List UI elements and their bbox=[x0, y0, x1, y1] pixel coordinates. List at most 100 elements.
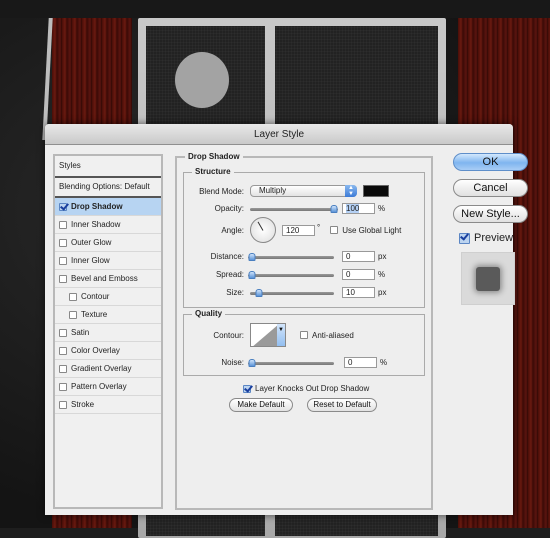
style-item-drop-shadow[interactable]: Drop Shadow bbox=[55, 198, 161, 216]
angle-dial[interactable] bbox=[250, 217, 276, 243]
style-item-inner-shadow[interactable]: Inner Shadow bbox=[55, 216, 161, 234]
angle-input[interactable]: 120 bbox=[282, 224, 315, 236]
anti-aliased-label: Anti-aliased bbox=[312, 330, 354, 340]
style-item-checkbox[interactable] bbox=[59, 238, 67, 247]
preview-label: Preview bbox=[474, 232, 514, 244]
circle-shape bbox=[175, 52, 229, 108]
size-slider[interactable] bbox=[250, 288, 334, 298]
contour-label: Contour: bbox=[213, 330, 244, 340]
distance-input[interactable]: 0 bbox=[342, 251, 375, 262]
layer-knocks-out-checkbox[interactable] bbox=[243, 384, 251, 393]
spread-label: Spread: bbox=[215, 270, 244, 279]
layer-style-dialog: Layer Style Styles Blending Options: Def… bbox=[45, 124, 528, 515]
style-item-label: Outer Glow bbox=[71, 237, 112, 247]
style-item-label: Drop Shadow bbox=[71, 201, 123, 211]
blend-mode-label: Blend Mode: bbox=[199, 186, 244, 196]
styles-header[interactable]: Styles bbox=[55, 156, 161, 178]
style-item-label: Pattern Overlay bbox=[71, 381, 127, 391]
structure-group: Structure Blend Mode: Multiply ▲ ▼ Opacit… bbox=[183, 167, 425, 308]
noise-slider-knob[interactable] bbox=[248, 358, 256, 367]
style-item-pattern-overlay[interactable]: Pattern Overlay bbox=[55, 378, 161, 396]
use-global-light-label: Use Global Light bbox=[342, 225, 402, 235]
style-item-checkbox[interactable] bbox=[59, 202, 67, 211]
style-item-label: Gradient Overlay bbox=[71, 363, 132, 373]
style-item-outer-glow[interactable]: Outer Glow bbox=[55, 234, 161, 252]
opacity-slider-knob[interactable] bbox=[330, 204, 338, 213]
blending-options-item[interactable]: Blending Options: Default bbox=[55, 178, 161, 198]
shadow-color-swatch[interactable] bbox=[363, 185, 389, 197]
style-item-label: Contour bbox=[81, 291, 110, 301]
style-item-checkbox[interactable] bbox=[59, 346, 67, 355]
style-item-label: Color Overlay bbox=[71, 345, 120, 355]
noise-input[interactable]: 0 bbox=[344, 357, 377, 368]
size-slider-knob[interactable] bbox=[255, 288, 263, 297]
style-item-inner-glow[interactable]: Inner Glow bbox=[55, 252, 161, 270]
style-item-checkbox[interactable] bbox=[59, 220, 67, 229]
distance-unit: px bbox=[378, 252, 387, 261]
style-item-contour[interactable]: Contour bbox=[55, 288, 161, 306]
make-default-button[interactable]: Make Default bbox=[229, 398, 293, 412]
style-item-texture[interactable]: Texture bbox=[55, 306, 161, 324]
preview-thumbnail bbox=[461, 252, 515, 305]
style-item-stroke[interactable]: Stroke bbox=[55, 396, 161, 414]
opacity-input[interactable]: 100 bbox=[342, 203, 375, 214]
reset-to-default-button[interactable]: Reset to Default bbox=[307, 398, 377, 412]
new-style-button[interactable]: New Style... bbox=[453, 205, 528, 223]
styles-list: Styles Blending Options: Default Drop Sh… bbox=[53, 154, 163, 509]
style-item-checkbox[interactable] bbox=[59, 274, 67, 283]
style-item-bevel-and-emboss[interactable]: Bevel and Emboss bbox=[55, 270, 161, 288]
dialog-titlebar[interactable]: Layer Style bbox=[45, 124, 513, 145]
style-item-label: Inner Shadow bbox=[71, 219, 121, 229]
noise-unit: % bbox=[380, 358, 388, 367]
noise-slider[interactable] bbox=[248, 358, 334, 368]
contour-dropdown-icon[interactable]: ▼ bbox=[277, 324, 285, 346]
size-label: Size: bbox=[226, 288, 244, 297]
style-item-checkbox[interactable] bbox=[69, 310, 77, 319]
select-arrows-icon: ▲ ▼ bbox=[345, 185, 357, 197]
dialog-title: Layer Style bbox=[253, 129, 305, 140]
noise-label: Noise: bbox=[221, 358, 244, 367]
contour-curve-icon bbox=[251, 324, 279, 346]
style-item-color-overlay[interactable]: Color Overlay bbox=[55, 342, 161, 360]
style-item-label: Stroke bbox=[71, 399, 95, 409]
style-item-checkbox[interactable] bbox=[59, 256, 67, 265]
distance-slider[interactable] bbox=[248, 252, 334, 262]
angle-unit: ° bbox=[317, 223, 321, 232]
size-input[interactable]: 10 bbox=[342, 287, 375, 298]
contour-picker[interactable]: ▼ bbox=[250, 323, 286, 347]
style-item-satin[interactable]: Satin bbox=[55, 324, 161, 342]
style-item-label: Satin bbox=[71, 327, 90, 337]
drop-shadow-title: Drop Shadow bbox=[185, 152, 243, 161]
style-item-gradient-overlay[interactable]: Gradient Overlay bbox=[55, 360, 161, 378]
style-item-checkbox[interactable] bbox=[59, 400, 67, 409]
ok-button[interactable]: OK bbox=[453, 153, 528, 171]
use-global-light-checkbox[interactable] bbox=[330, 226, 339, 234]
opacity-unit: % bbox=[378, 204, 386, 213]
spread-slider-knob[interactable] bbox=[248, 270, 256, 279]
style-item-label: Inner Glow bbox=[71, 255, 110, 265]
distance-label: Distance: bbox=[210, 252, 244, 261]
style-item-checkbox[interactable] bbox=[69, 292, 77, 301]
cancel-button[interactable]: Cancel bbox=[453, 179, 528, 197]
quality-title: Quality bbox=[192, 309, 226, 318]
angle-needle-icon bbox=[257, 221, 264, 231]
preview-toggle[interactable]: Preview bbox=[459, 232, 513, 244]
style-item-checkbox[interactable] bbox=[59, 382, 67, 391]
distance-slider-knob[interactable] bbox=[248, 252, 256, 261]
opacity-slider[interactable] bbox=[250, 204, 338, 214]
spread-slider[interactable] bbox=[248, 270, 334, 280]
blend-mode-select[interactable]: Multiply ▲ ▼ bbox=[250, 185, 357, 197]
size-unit: px bbox=[378, 288, 387, 297]
quality-group: Quality Contour: ▼ Anti-aliased Noise: 0 bbox=[183, 309, 425, 376]
style-item-checkbox[interactable] bbox=[59, 364, 67, 373]
spread-input[interactable]: 0 bbox=[342, 269, 375, 280]
style-item-label: Bevel and Emboss bbox=[71, 273, 138, 283]
structure-title: Structure bbox=[192, 167, 234, 176]
opacity-label: Opacity: bbox=[214, 204, 244, 213]
spread-unit: % bbox=[378, 270, 386, 279]
anti-aliased-checkbox[interactable] bbox=[300, 331, 308, 339]
preview-checkbox[interactable] bbox=[459, 232, 470, 244]
angle-label: Angle: bbox=[221, 225, 244, 235]
drop-shadow-panel: Drop Shadow Structure Blend Mode: Multip… bbox=[175, 152, 433, 510]
style-item-checkbox[interactable] bbox=[59, 328, 67, 337]
